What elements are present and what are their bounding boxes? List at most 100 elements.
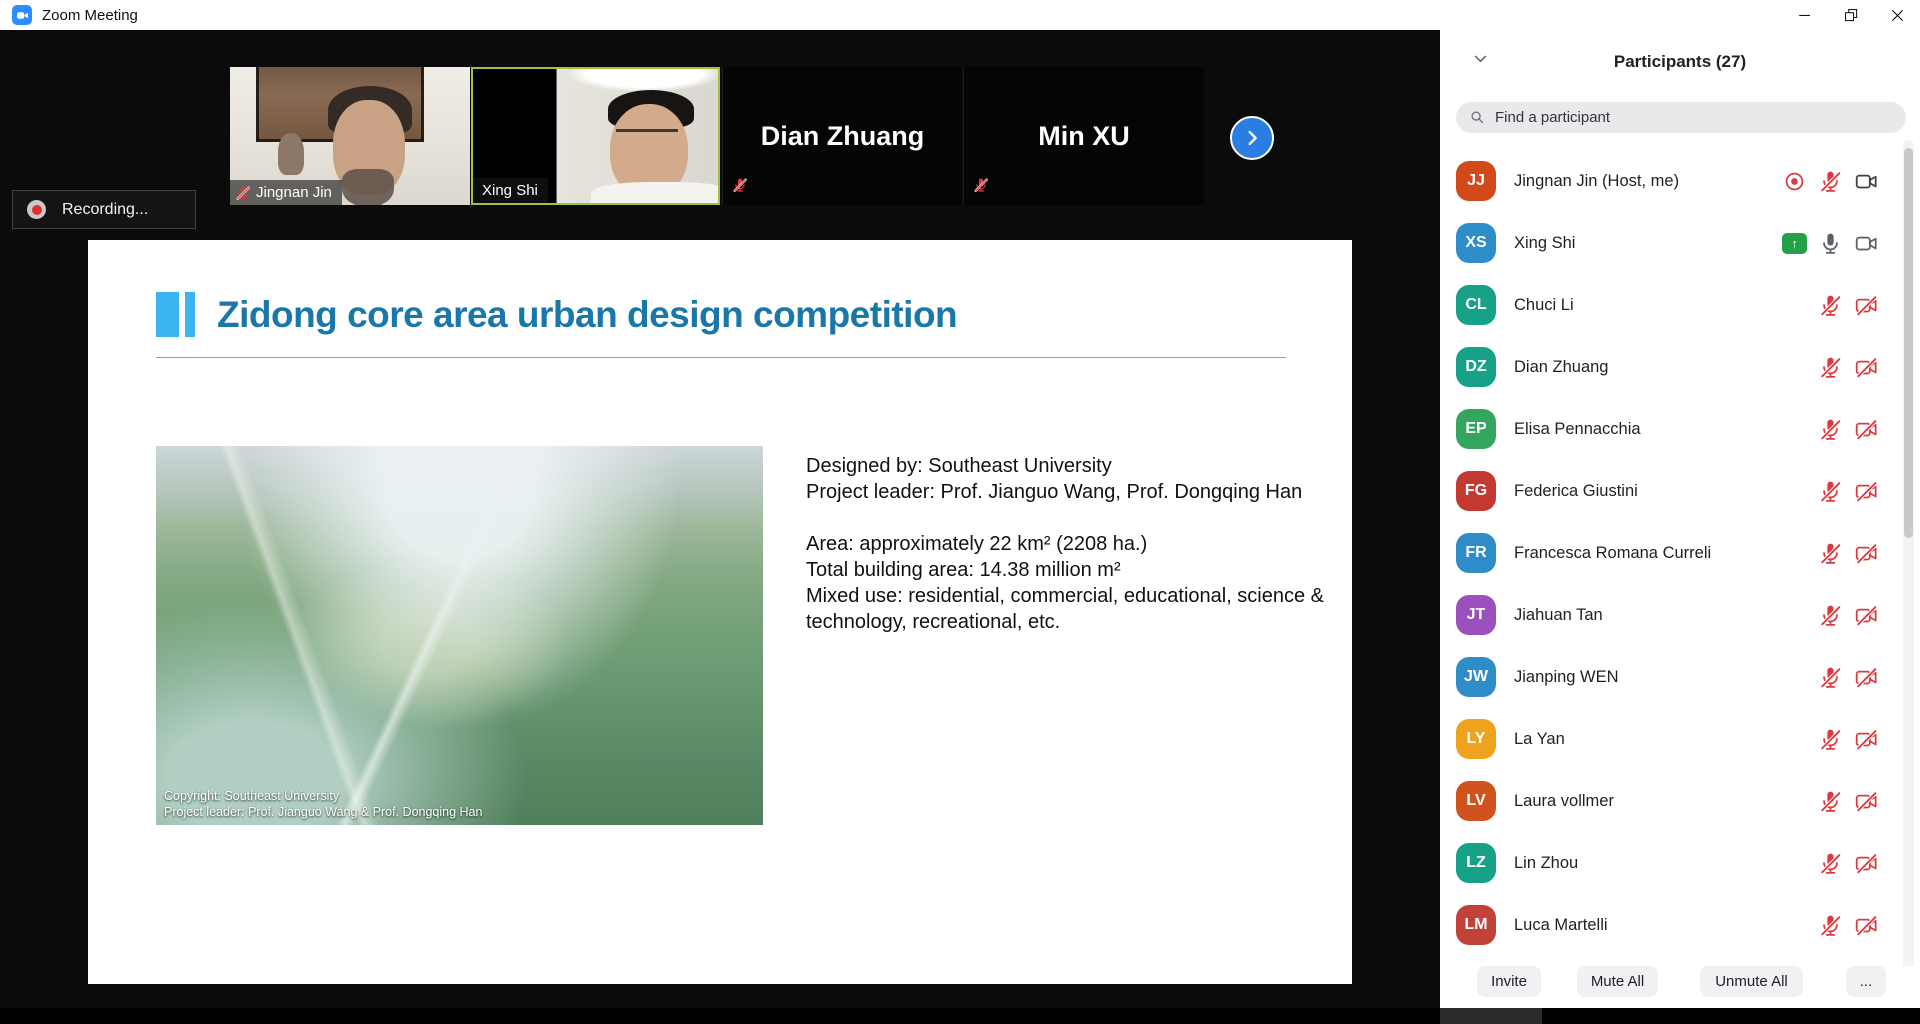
mic-muted-icon[interactable] — [1818, 355, 1843, 380]
mic-muted-icon — [732, 169, 748, 200]
mic-muted-icon[interactable] — [1818, 293, 1843, 318]
slide-accent-square — [156, 292, 179, 337]
participant-row[interactable]: LY La Yan — [1440, 708, 1903, 770]
participant-row[interactable]: XS Xing Shi — [1440, 212, 1903, 274]
participant-name: Francesca Romana Curreli — [1514, 544, 1711, 563]
mic-muted-icon[interactable] — [1818, 541, 1843, 566]
recording-indicator-icon — [1782, 169, 1807, 194]
tile-name-label: Xing Shi — [482, 182, 538, 199]
avatar: XS — [1456, 223, 1496, 263]
camera-muted-icon[interactable] — [1854, 479, 1879, 504]
participant-row[interactable]: FR Francesca Romana Curreli — [1440, 522, 1903, 584]
recording-dot-icon — [27, 200, 46, 219]
window-title-bar: Zoom Meeting — [0, 0, 1920, 30]
restore-icon — [1842, 6, 1861, 25]
mic-on-icon[interactable] — [1818, 231, 1843, 256]
participant-row[interactable]: EP Elisa Pennacchia — [1440, 398, 1903, 460]
minimize-icon — [1795, 5, 1815, 25]
camera-muted-icon[interactable] — [1854, 665, 1879, 690]
video-tile-dian-zhuang[interactable]: Dian Zhuang — [722, 67, 962, 205]
avatar: JT — [1456, 595, 1496, 635]
participant-row[interactable]: JJ Jingnan Jin (Host, me) — [1440, 150, 1903, 212]
participant-row[interactable]: LZ Lin Zhou — [1440, 832, 1903, 894]
avatar: LV — [1456, 781, 1496, 821]
camera-muted-icon[interactable] — [1854, 913, 1879, 938]
mic-muted-icon[interactable] — [1818, 417, 1843, 442]
tile-name-label: Min XU — [1038, 121, 1130, 152]
background-sculpture — [278, 133, 304, 175]
participant-row[interactable]: DZ Dian Zhuang — [1440, 336, 1903, 398]
participant-name: Jingnan Jin (Host, me) — [1514, 172, 1679, 191]
participant-name: Xing Shi — [1514, 234, 1575, 253]
participant-name: Laura vollmer — [1514, 792, 1614, 811]
window-title: Zoom Meeting — [42, 7, 138, 24]
search-icon — [1469, 109, 1486, 126]
zoom-app-icon — [12, 5, 32, 25]
avatar: JJ — [1456, 161, 1496, 201]
avatar: FR — [1456, 533, 1496, 573]
mute-all-button[interactable]: Mute All — [1577, 966, 1658, 997]
participant-row[interactable]: LV Laura vollmer — [1440, 770, 1903, 832]
recording-badge[interactable]: Recording... — [12, 190, 196, 229]
mic-muted-icon[interactable] — [1818, 169, 1843, 194]
avatar: DZ — [1456, 347, 1496, 387]
mic-muted-icon[interactable] — [1818, 479, 1843, 504]
next-arrow-icon — [1241, 127, 1263, 149]
camera-muted-icon[interactable] — [1854, 541, 1879, 566]
video-tile-min-xu[interactable]: Min XU — [963, 67, 1204, 205]
avatar: LZ — [1456, 843, 1496, 883]
mic-muted-icon — [235, 185, 251, 201]
participant-name-chip: Xing Shi — [473, 178, 548, 203]
camera-muted-icon[interactable] — [1854, 603, 1879, 628]
camera-on-icon[interactable] — [1854, 169, 1879, 194]
avatar: JW — [1456, 657, 1496, 697]
mic-muted-icon — [973, 169, 989, 200]
more-options-button[interactable]: ... — [1846, 966, 1886, 997]
scrollbar-thumb[interactable] — [1904, 148, 1913, 538]
participant-name: La Yan — [1514, 730, 1565, 749]
search-input[interactable] — [1495, 109, 1865, 126]
participant-row[interactable]: LM Luca Martelli — [1440, 894, 1903, 956]
camera-muted-icon[interactable] — [1854, 727, 1879, 752]
bottom-edge-bar — [0, 1008, 1920, 1024]
tile-name-label: Jingnan Jin — [256, 184, 332, 201]
recording-label: Recording... — [62, 201, 148, 219]
camera-muted-icon[interactable] — [1854, 789, 1879, 814]
video-tile-jingnan-jin[interactable]: Jingnan Jin — [230, 67, 470, 205]
participant-search[interactable] — [1456, 102, 1906, 133]
participant-row[interactable]: CL Chuci Li — [1440, 274, 1903, 336]
participant-name: Elisa Pennacchia — [1514, 420, 1641, 439]
participant-row[interactable]: FG Federica Giustini — [1440, 460, 1903, 522]
participant-name: Jiahuan Tan — [1514, 606, 1603, 625]
camera-on-icon[interactable] — [1854, 231, 1879, 256]
mic-muted-icon[interactable] — [1818, 789, 1843, 814]
mic-muted-icon[interactable] — [1818, 727, 1843, 752]
camera-muted-icon[interactable] — [1854, 355, 1879, 380]
camera-muted-icon[interactable] — [1854, 851, 1879, 876]
mic-muted-icon[interactable] — [1818, 913, 1843, 938]
screen-sharing-icon — [1782, 233, 1807, 254]
participant-name: Luca Martelli — [1514, 916, 1608, 935]
invite-button[interactable]: Invite — [1477, 966, 1541, 997]
participant-row[interactable]: JT Jiahuan Tan — [1440, 584, 1903, 646]
shared-presentation-slide: Zidong core area urban design competitio… — [88, 240, 1352, 984]
unmute-all-button[interactable]: Unmute All — [1700, 966, 1803, 997]
slide-divider — [156, 357, 1286, 358]
camera-muted-icon[interactable] — [1854, 417, 1879, 442]
mic-muted-icon[interactable] — [1818, 851, 1843, 876]
video-tile-xing-shi[interactable]: Xing Shi — [471, 67, 720, 205]
participant-name: Dian Zhuang — [1514, 358, 1608, 377]
mic-muted-icon[interactable] — [1818, 665, 1843, 690]
minimize-button[interactable] — [1782, 0, 1828, 30]
slide-title: Zidong core area urban design competitio… — [217, 292, 957, 337]
close-button[interactable] — [1874, 0, 1920, 30]
participant-row[interactable]: JW Jianping WEN — [1440, 646, 1903, 708]
tile-name-label: Dian Zhuang — [761, 121, 925, 152]
participants-panel-title: Participants (27) — [1440, 52, 1920, 72]
next-videos-button[interactable] — [1230, 116, 1274, 160]
mic-muted-icon[interactable] — [1818, 603, 1843, 628]
restore-button[interactable] — [1828, 0, 1874, 30]
slide-info-text: Designed by: Southeast University Projec… — [806, 453, 1354, 635]
camera-muted-icon[interactable] — [1854, 293, 1879, 318]
avatar: EP — [1456, 409, 1496, 449]
